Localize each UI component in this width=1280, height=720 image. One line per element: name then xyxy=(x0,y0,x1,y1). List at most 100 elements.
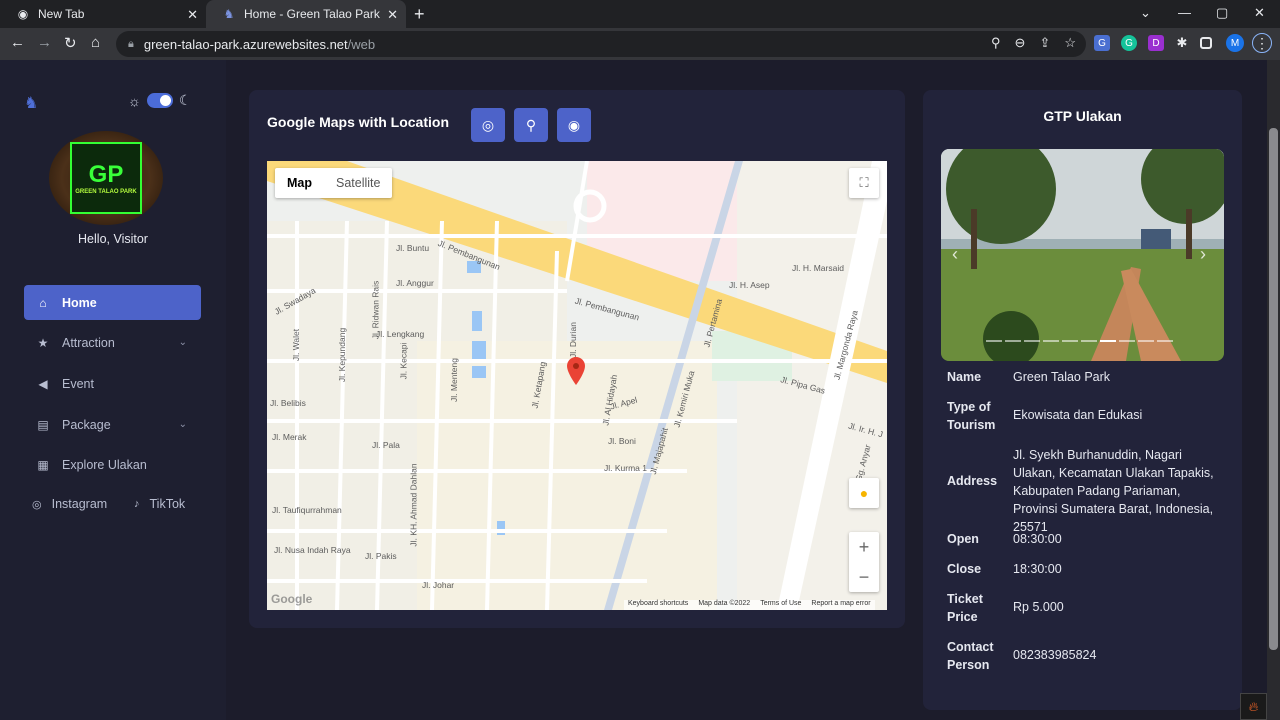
sidebar-item-label: Explore Ulakan xyxy=(62,457,147,472)
back-button[interactable]: ← xyxy=(10,34,25,51)
megaphone-icon: ◀ xyxy=(38,376,48,391)
side-panel-icon[interactable] xyxy=(1200,37,1212,49)
site-logo-icon[interactable]: ♞ xyxy=(24,93,46,112)
fullscreen-button[interactable]: ⛶ xyxy=(849,168,879,198)
sidebar-item-explore-ulakan[interactable]: ▦ Explore Ulakan xyxy=(24,447,201,482)
current-location-button[interactable]: ◎ xyxy=(471,108,505,142)
carousel-prev-button[interactable]: ‹ xyxy=(952,244,958,265)
street-label: Jl. Anggur xyxy=(396,278,434,288)
chevron-down-icon: ⌄ xyxy=(178,337,187,348)
chevron-down-icon: ⌄ xyxy=(178,419,187,430)
close-window-button[interactable]: ✕ xyxy=(1254,5,1265,21)
info-label: Contact Person xyxy=(947,640,994,672)
carousel-indicator[interactable] xyxy=(1157,340,1173,342)
info-value: 082383985824 xyxy=(1013,648,1097,662)
tiktok-icon: ♪ xyxy=(134,498,140,510)
map-type-satellite-button[interactable]: Satellite xyxy=(324,168,392,198)
extension-icon[interactable]: D xyxy=(1148,35,1164,51)
sidebar-item-package[interactable]: ▤ Package ⌄ xyxy=(24,407,201,442)
fullscreen-icon: ⛶ xyxy=(859,175,869,190)
chrome-icon: ◉ xyxy=(17,7,29,21)
info-label: Type of Tourism xyxy=(947,400,996,432)
instagram-link[interactable]: ◎ Instagram xyxy=(32,497,107,511)
carousel-next-button[interactable]: › xyxy=(1200,244,1206,265)
carousel-indicator-active[interactable] xyxy=(1100,340,1116,342)
info-value: Green Talao Park xyxy=(1013,370,1111,384)
sidebar-item-event[interactable]: ◀ Event xyxy=(24,366,201,401)
address-bar[interactable]: 🔒︎ green-talao-park.azurewebsites.net/we… xyxy=(116,31,1086,57)
home-button[interactable]: ⌂ xyxy=(91,34,100,51)
info-row-contact: Contact Person 082383985824 xyxy=(947,638,1227,674)
show-pin-button[interactable]: ⚲ xyxy=(514,108,548,142)
tab-title: Home - Green Talao Park xyxy=(244,7,380,21)
carousel-indicator[interactable] xyxy=(1081,340,1097,342)
lock-icon[interactable]: 🔒︎ xyxy=(128,38,134,51)
scrollbar-thumb[interactable] xyxy=(1269,128,1278,650)
close-icon[interactable]: ✕ xyxy=(187,7,198,23)
theme-switch[interactable] xyxy=(146,93,173,108)
street-label: Jl. H. Marsaid xyxy=(792,263,844,273)
location-icon[interactable]: ⚲ xyxy=(991,35,1001,51)
info-row-close: Close 18:30:00 xyxy=(947,560,1227,578)
reload-button[interactable]: ↻ xyxy=(64,34,77,52)
view-button[interactable]: ◉ xyxy=(557,108,591,142)
sidebar-item-attraction[interactable]: ★ Attraction ⌄ xyxy=(24,325,201,360)
new-tab-button[interactable]: + xyxy=(414,4,425,25)
carousel-indicators xyxy=(986,340,1173,342)
forward-button[interactable]: → xyxy=(37,34,52,51)
bookmark-star-icon[interactable]: ☆ xyxy=(1064,35,1076,51)
map-data-label: Map data ©2022 xyxy=(698,600,751,607)
street-label: Jl. Kecapi xyxy=(398,342,409,380)
info-label: Address xyxy=(947,474,998,488)
carousel-indicator[interactable] xyxy=(1024,340,1040,342)
browser-toolbar: ← → ↻ ⌂ 🔒︎ green-talao-park.azurewebsite… xyxy=(0,28,1280,60)
carousel-indicator[interactable] xyxy=(1138,340,1154,342)
profile-avatar[interactable]: M xyxy=(1226,34,1244,52)
maximize-button[interactable]: ▢ xyxy=(1216,5,1228,21)
flame-icon[interactable]: 🔥︎ xyxy=(1240,693,1267,720)
share-icon[interactable]: ⇪ xyxy=(1039,35,1050,51)
carousel-indicator[interactable] xyxy=(1119,340,1135,342)
instagram-icon: ◎ xyxy=(32,498,42,511)
google-logo: Google xyxy=(271,592,313,606)
terms-link[interactable]: Terms of Use xyxy=(760,600,801,610)
greeting: Hello, Visitor xyxy=(78,232,148,246)
carousel-indicator[interactable] xyxy=(986,340,1002,342)
tab-home-green-talao-park[interactable]: ♞ Home - Green Talao Park ✕ xyxy=(206,0,406,28)
carousel-indicator[interactable] xyxy=(1062,340,1078,342)
theme-toggle[interactable]: ☼ ☾ xyxy=(128,92,191,109)
grammarly-extension-icon[interactable]: G xyxy=(1121,35,1137,51)
info-row-ticket-price: Ticket Price Rp 5.000 xyxy=(947,590,1227,626)
location-marker-icon[interactable] xyxy=(567,357,585,385)
report-error-link[interactable]: Report a map error xyxy=(811,600,870,610)
tiktok-link[interactable]: ♪ TikTok xyxy=(134,497,185,511)
sidebar-item-home[interactable]: ⌂ Home xyxy=(24,285,201,320)
map-icon: ▦ xyxy=(37,457,49,472)
street-view-pegman[interactable]: ● xyxy=(849,478,879,508)
info-row-type: Type of Tourism Ekowisata dan Edukasi xyxy=(947,398,1227,434)
tab-search-icon[interactable]: ⌄ xyxy=(1140,5,1151,21)
carousel-indicator[interactable] xyxy=(1005,340,1021,342)
street-label: Jl. Nusa Indah Raya xyxy=(274,545,351,555)
menu-icon[interactable]: ⋮ xyxy=(1252,33,1272,53)
info-row-address: Address Jl. Syekh Burhanuddin, Nagari Ul… xyxy=(947,446,1227,536)
map-type-control: Map Satellite xyxy=(275,168,393,198)
map-type-map-button[interactable]: Map xyxy=(275,168,324,198)
tab-title: New Tab xyxy=(38,7,85,21)
zoom-out-button[interactable]: − xyxy=(859,567,870,588)
zoom-icon[interactable]: ⊖ xyxy=(1015,35,1026,51)
url-host: green-talao-park.azurewebsites.net xyxy=(143,36,348,52)
info-label: Ticket Price xyxy=(947,592,983,624)
street-label: Jl. Johar xyxy=(422,580,455,590)
locate-icon: ◎ xyxy=(481,116,495,133)
translate-extension-icon[interactable]: G xyxy=(1094,35,1110,51)
park-photo xyxy=(941,149,1224,361)
minimize-button[interactable]: — xyxy=(1178,5,1191,20)
info-card-title: GTP Ulakan xyxy=(1043,108,1122,124)
close-icon[interactable]: ✕ xyxy=(387,7,398,23)
keyboard-shortcuts-link[interactable]: Keyboard shortcuts xyxy=(628,600,688,610)
tab-new-tab[interactable]: ◉ New Tab ✕ xyxy=(0,0,206,28)
carousel-indicator[interactable] xyxy=(1043,340,1059,342)
puzzle-icon[interactable]: ✱ xyxy=(1174,35,1190,51)
zoom-in-button[interactable]: + xyxy=(859,537,870,558)
